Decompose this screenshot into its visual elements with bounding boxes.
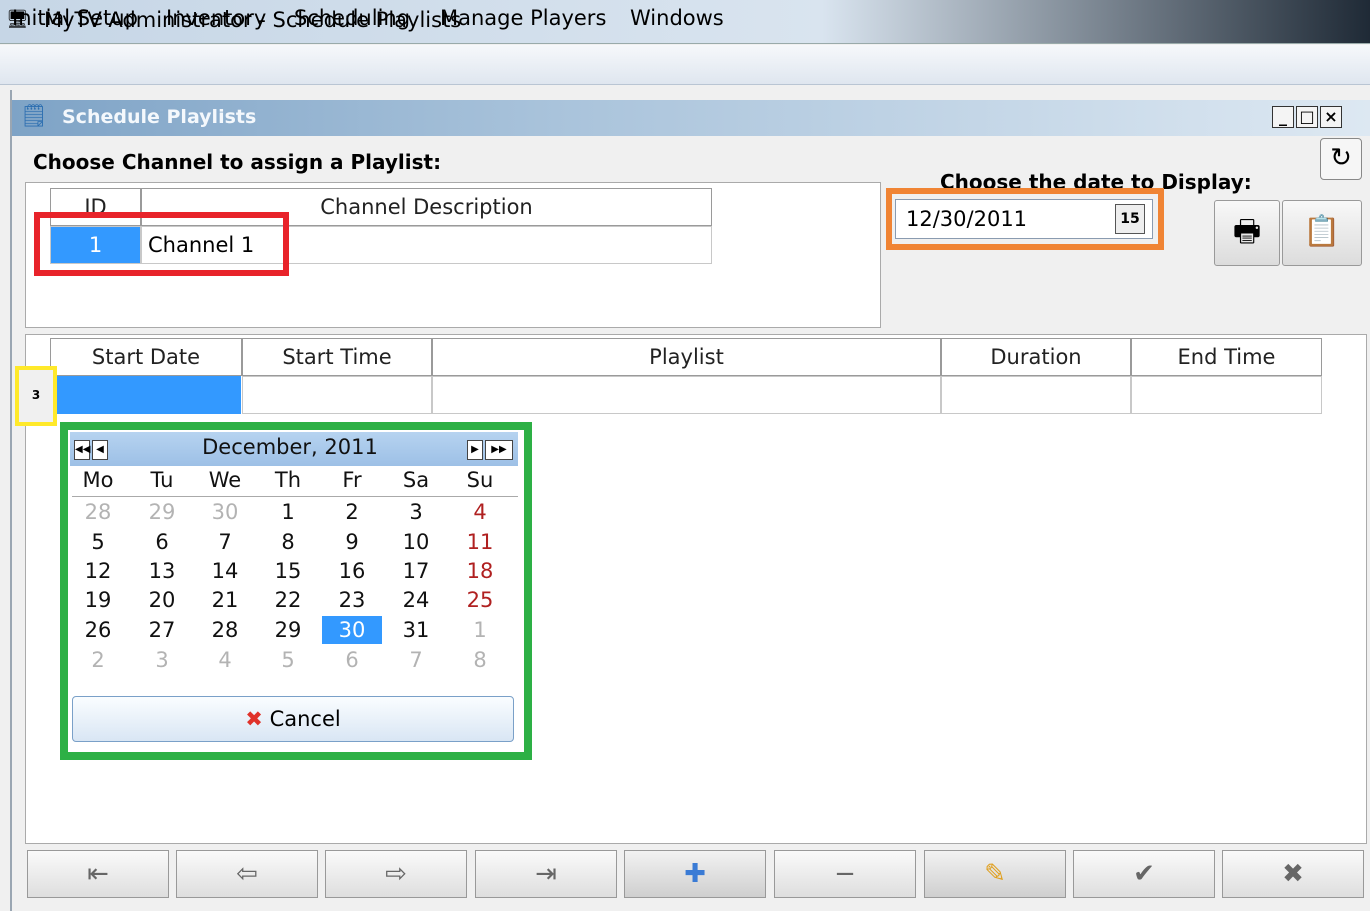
cell-playlist[interactable] [432, 376, 941, 414]
menu-scheduling[interactable]: Scheduling [294, 6, 410, 30]
calendar-day[interactable]: 6 [322, 646, 382, 674]
first-record-icon[interactable]: ⇤ [27, 850, 169, 898]
highlight-orange [886, 188, 1164, 250]
col-playlist[interactable]: Playlist [432, 338, 941, 376]
menu-manage-players[interactable]: Manage Players [440, 6, 606, 30]
weekday-mo: Mo [82, 468, 114, 492]
calendar-day[interactable]: 3 [132, 646, 192, 674]
maximize-button[interactable]: □ [1296, 106, 1318, 128]
weekday-fr: Fr [342, 468, 362, 492]
calendar-day[interactable]: 23 [322, 586, 382, 614]
edit-icon[interactable]: ✎ [924, 850, 1066, 898]
calendar-day[interactable]: 30 [322, 616, 382, 644]
calendar-day[interactable]: 14 [195, 557, 255, 585]
calendar-day[interactable]: 31 [386, 616, 446, 644]
remove-icon[interactable]: − [774, 850, 916, 898]
calendar-day[interactable]: 11 [450, 528, 510, 556]
cancel-label: Cancel [269, 707, 341, 731]
calendar-day[interactable]: 24 [386, 586, 446, 614]
next-month-icon[interactable]: ▶ [467, 440, 483, 460]
calendar-day[interactable]: 7 [195, 528, 255, 556]
calendar-day[interactable]: 17 [386, 557, 446, 585]
cell-start-date[interactable] [50, 376, 241, 414]
calendar-day[interactable]: 21 [195, 586, 255, 614]
calendar-day[interactable]: 10 [386, 528, 446, 556]
prev-month-icon[interactable]: ◀ [92, 440, 108, 460]
menu-windows[interactable]: Windows [630, 6, 724, 30]
next-year-icon[interactable]: ▶▶ [485, 440, 513, 460]
calendar-day[interactable]: 20 [132, 586, 192, 614]
prev-year-icon[interactable]: ◀◀ [74, 440, 90, 460]
refresh-icon[interactable]: ↻ [1320, 138, 1362, 180]
close-button[interactable]: × [1320, 106, 1342, 128]
export-excel-icon[interactable]: 📋 [1282, 200, 1362, 266]
calendar-day[interactable]: 8 [450, 646, 510, 674]
calendar-day[interactable]: 15 [258, 557, 318, 585]
calendar-day[interactable]: 2 [68, 646, 128, 674]
weekday-th: Th [274, 468, 302, 492]
calendar-day[interactable]: 13 [132, 557, 192, 585]
channel-label: Choose Channel to assign a Playlist: [33, 150, 442, 174]
calendar-day[interactable]: 8 [258, 528, 318, 556]
schedule-icon: 🗒 [20, 104, 48, 129]
calendar-day[interactable]: 12 [68, 557, 128, 585]
calendar-day[interactable]: 27 [132, 616, 192, 644]
cancel-icon: ✖ [245, 707, 263, 731]
calendar-day[interactable]: 5 [68, 528, 128, 556]
menu-inventory[interactable]: Inventory [166, 6, 266, 30]
cancel-button[interactable]: ✖ Cancel [72, 696, 514, 742]
confirm-icon[interactable]: ✔ [1073, 850, 1215, 898]
print-icon[interactable]: 🖶 [1214, 200, 1280, 266]
calendar-day[interactable]: 26 [68, 616, 128, 644]
child-title: Schedule Playlists [62, 106, 257, 128]
prev-record-icon[interactable]: ⇦ [176, 850, 318, 898]
calendar-day[interactable]: 19 [68, 586, 128, 614]
calendar-day[interactable]: 30 [195, 498, 255, 526]
highlight-red [34, 212, 289, 276]
calendar-day[interactable]: 18 [450, 557, 510, 585]
add-icon[interactable]: ✚ [624, 850, 766, 898]
calendar-day[interactable]: 16 [322, 557, 382, 585]
cancel-edit-icon[interactable]: ✖ [1222, 850, 1364, 898]
col-duration[interactable]: Duration [941, 338, 1131, 376]
weekday-we: We [208, 468, 242, 492]
weekday-sa: Sa [402, 468, 430, 492]
row-handle[interactable]: 3 [15, 366, 57, 426]
minimize-button[interactable]: _ [1272, 106, 1294, 128]
col-end-time[interactable]: End Time [1131, 338, 1322, 376]
weekday-su: Su [466, 468, 494, 492]
calendar-day[interactable]: 1 [258, 498, 318, 526]
calendar-day[interactable]: 29 [258, 616, 318, 644]
calendar-day[interactable]: 28 [195, 616, 255, 644]
calendar-day[interactable]: 9 [322, 528, 382, 556]
calendar-day[interactable]: 3 [386, 498, 446, 526]
calendar-day[interactable]: 7 [386, 646, 446, 674]
calendar-day[interactable]: 4 [195, 646, 255, 674]
calendar-day[interactable]: 22 [258, 586, 318, 614]
last-record-icon[interactable]: ⇥ [475, 850, 617, 898]
cell-end-time[interactable] [1131, 376, 1322, 414]
calendar-day[interactable]: 29 [132, 498, 192, 526]
cell-duration[interactable] [941, 376, 1131, 414]
calendar-day[interactable]: 28 [68, 498, 128, 526]
menu-initial-setup[interactable]: Initial Setup [12, 6, 138, 30]
col-start-date[interactable]: Start Date [50, 338, 242, 376]
calendar-day[interactable]: 1 [450, 616, 510, 644]
calendar-day[interactable]: 25 [450, 586, 510, 614]
weekday-tu: Tu [150, 468, 174, 492]
calendar-month: December, 2011 [202, 435, 378, 459]
calendar-day[interactable]: 6 [132, 528, 192, 556]
next-record-icon[interactable]: ⇨ [325, 850, 467, 898]
calendar-day[interactable]: 2 [322, 498, 382, 526]
calendar-day[interactable]: 4 [450, 498, 510, 526]
menu-bar [0, 45, 1370, 85]
col-start-time[interactable]: Start Time [242, 338, 432, 376]
cell-start-time[interactable] [242, 376, 432, 414]
calendar-day[interactable]: 5 [258, 646, 318, 674]
calendar-divider [72, 496, 518, 497]
